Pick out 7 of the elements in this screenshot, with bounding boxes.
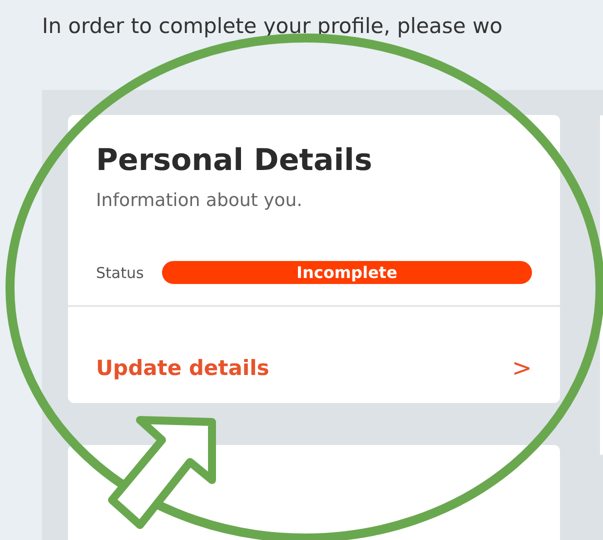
card-subtitle: Information about you. bbox=[96, 190, 304, 211]
card-title: Personal Details bbox=[96, 143, 374, 178]
status-badge: Incomplete bbox=[162, 261, 532, 284]
update-details-link[interactable]: Update details bbox=[96, 356, 270, 380]
status-label: Status bbox=[96, 264, 144, 282]
chevron-icon[interactable]: > bbox=[512, 354, 532, 382]
intro-text: In order to complete your profile, please wo bbox=[41, 13, 504, 40]
